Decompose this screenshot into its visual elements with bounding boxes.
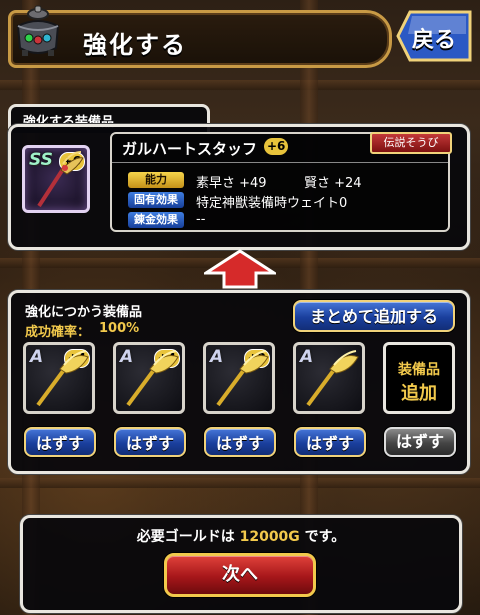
divider [112,162,448,163]
target-item-icon[interactable]: SS +6 [22,145,90,213]
next-button[interactable]: 次へ [164,553,316,597]
add-equipment-slot[interactable]: 装備品 追加 [383,342,455,414]
gold-prefix: 必要ゴールドは [136,529,235,545]
remove-button-4[interactable]: はずす [294,427,366,457]
remove-button-1[interactable]: はずす [24,427,96,457]
remove-button-5[interactable]: はずす [384,427,456,457]
stat-agility: 素早さ +49 [196,176,267,191]
golden-staff-icon [306,350,359,407]
unique-effect-tag: 固有効果 [128,192,184,208]
alchemy-effect-tag: 錬金効果 [128,212,184,228]
add-slot-line1: 装備品 [398,362,440,378]
item-plus-badge: +6 [264,138,289,155]
item-name: ガルハートスタッフ [122,140,258,158]
page-title: 強化する [83,31,187,59]
remove-button-2[interactable]: はずす [114,427,186,457]
unique-effect-value: 特定神獣装備時ウェイト0 [196,196,348,211]
back-button[interactable]: 戻る [396,10,474,62]
bulk-add-button[interactable]: まとめて追加する [293,300,455,332]
rarity-badge: 伝説そうび [370,132,452,154]
add-slot-line2: 追加 [401,383,437,404]
stats-tag: 能力 [128,172,184,188]
header-bar: 強化する [8,10,392,68]
remove-button-3[interactable]: はずす [204,427,276,457]
material-slot-3[interactable]: A +2 [203,342,275,414]
gold-suffix: です。 [304,529,346,545]
gold-requirement: 必要ゴールドは 12000G です。 [23,526,459,546]
alchemy-effect-value: -- [196,212,206,227]
golden-staff-icon [126,350,179,407]
success-rate-label: 成功確率： [25,325,91,340]
background-shelf [0,478,480,488]
arrow-up-icon [204,249,276,289]
back-button-label: 戻る [412,28,457,53]
gold-amount: 12000G [239,529,300,545]
background-shelf [0,80,480,90]
material-section-title: 強化につかう装備品 [25,305,143,320]
golden-staff-icon [216,350,269,407]
material-slot-2[interactable]: A +4 [113,342,185,414]
stat-wisdom: 賢さ +24 [304,176,362,191]
golden-staff-icon [36,350,89,407]
staff-icon [37,151,84,208]
alchemy-pot-icon [16,5,60,56]
material-slot-4[interactable]: A [293,342,365,414]
success-rate-value: 100% [99,321,140,336]
material-slot-1[interactable]: A +4 [23,342,95,414]
